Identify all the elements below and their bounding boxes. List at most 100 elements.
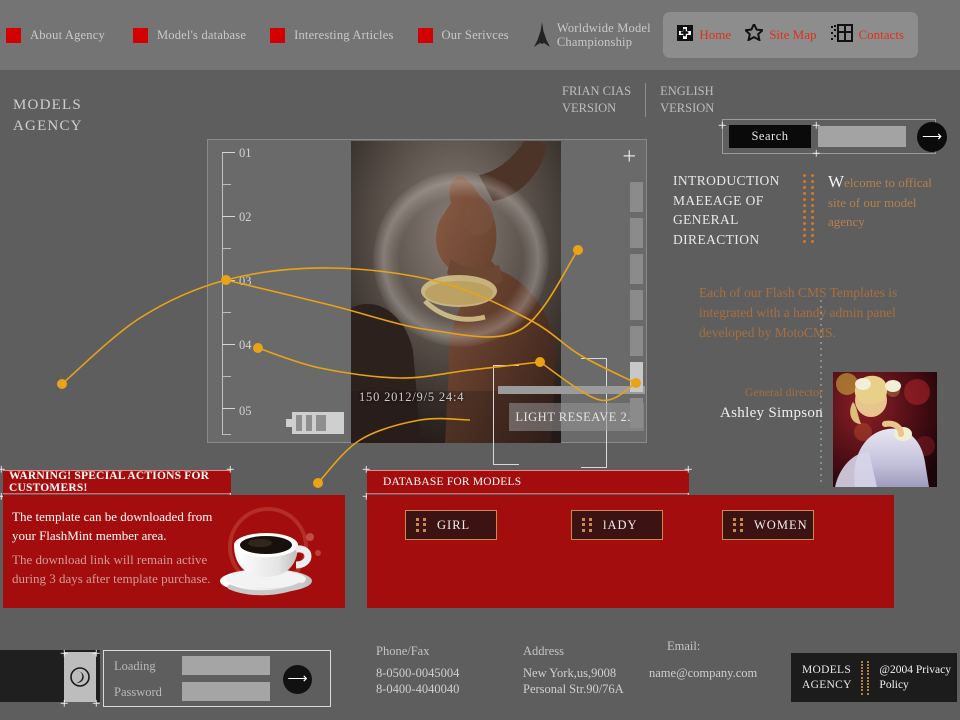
footer-column-address: Address New York,us,9008 Personal Str.90… — [523, 643, 624, 697]
dot — [820, 318, 822, 320]
dot — [803, 216, 806, 219]
curve-marker-dot — [313, 478, 323, 488]
axis-label-01: 01 — [239, 146, 252, 160]
crosshair-mark: + — [362, 462, 371, 478]
grid-dots-icon — [582, 518, 594, 532]
dot — [860, 663, 863, 666]
nav-item-about-agency[interactable]: About Agency — [6, 0, 105, 70]
dot — [860, 670, 863, 673]
axis-label-02: 02 — [239, 210, 252, 224]
dot — [811, 180, 814, 183]
warning-paragraph-1: The template can be downloaded from your… — [12, 509, 213, 543]
welcome-body: elcome to offical site of our model agen… — [828, 175, 932, 229]
dot — [820, 426, 822, 428]
search-bar: Search ⟶ — [722, 119, 947, 154]
crosshair-mark: + — [684, 462, 693, 478]
star-icon — [743, 21, 765, 46]
axis-label-05: 05 — [239, 404, 252, 418]
db-button-girl[interactable]: GIRL — [405, 510, 497, 540]
quicklink-site-map[interactable]: Site Map — [743, 21, 817, 46]
plus-icon[interactable]: + — [622, 145, 636, 169]
dot — [866, 679, 869, 682]
db-button-lady[interactable]: lADY — [571, 510, 663, 540]
dot — [860, 676, 863, 679]
dot — [866, 663, 869, 666]
nav-label: About Agency — [30, 28, 105, 42]
search-button[interactable]: Search — [729, 125, 811, 148]
red-square-icon — [132, 27, 148, 43]
db-button-women[interactable]: WOMEN — [722, 510, 814, 540]
dot — [820, 348, 822, 350]
dot — [811, 174, 814, 177]
dot — [811, 234, 814, 237]
db-button-label: WOMEN — [754, 517, 808, 532]
dot — [820, 438, 822, 440]
axis-line — [222, 152, 223, 434]
welcome-text: Welcome to offical site of our model age… — [828, 172, 953, 232]
top-navigation: About Agency Model's database Interestin… — [0, 0, 960, 70]
search-submit-arrow-right-icon[interactable]: ⟶ — [917, 122, 947, 152]
crosshair-mark: + — [60, 646, 69, 662]
nav-item-interesting-articles[interactable]: Interesting Articles — [270, 0, 393, 70]
language-switcher: FRIAN CIAS VERSION ENGLISH VERSION — [562, 83, 728, 117]
quicklink-label: Home — [699, 27, 732, 42]
footer-lines: 8-0500-0045004 8-0400-4040040 — [376, 666, 460, 696]
login-submit-arrow-right-icon[interactable]: ⟶ — [283, 665, 312, 694]
dot — [820, 378, 822, 380]
footer-heading: Email: — [667, 639, 701, 653]
dot — [820, 342, 822, 344]
dot — [860, 660, 863, 663]
promo-blurb: Each of our Flash CMS Templates is integ… — [699, 285, 898, 340]
director-name: Ashley Simpson — [720, 405, 823, 421]
nav-label: Interesting Articles — [294, 28, 394, 42]
light-reserve-badge: LIGHT RESEAVE 2.1 — [509, 403, 644, 431]
footer-lines: New York,us,9008 Personal Str.90/76A — [523, 666, 624, 696]
dot — [803, 180, 806, 183]
dot — [820, 366, 822, 368]
language-english[interactable]: ENGLISH VERSION — [645, 83, 728, 117]
quicklink-home[interactable]: Home — [677, 24, 732, 46]
dot — [866, 670, 869, 673]
dot — [820, 432, 822, 434]
copyright-block: MODELS AGENCY @2004 Privacy Policy — [791, 653, 957, 702]
nav-item-worldwide-championship[interactable]: Worldwide Model Championship — [531, 0, 651, 70]
dot — [811, 240, 814, 243]
dot — [820, 336, 822, 338]
loading-input[interactable] — [182, 656, 270, 675]
dot — [803, 228, 806, 231]
curve-marker-dot — [57, 379, 67, 389]
password-input[interactable] — [182, 682, 270, 701]
tower-icon — [531, 22, 553, 48]
grid-dots-icon — [416, 518, 428, 532]
dot — [820, 324, 822, 326]
dot — [860, 679, 863, 682]
search-input[interactable] — [818, 126, 906, 147]
warning-paragraph-2: The download link will remain active dur… — [12, 552, 211, 586]
footer-lines[interactable]: name@company.com — [649, 665, 757, 681]
loading-label: Loading — [114, 659, 156, 673]
quicklink-contacts[interactable]: Contacts — [830, 23, 905, 47]
nav-item-models-database[interactable]: Model's database — [132, 0, 246, 70]
db-button-label: GIRL — [437, 517, 471, 532]
nav-item-our-services[interactable]: Our Serivces — [417, 0, 509, 70]
dot — [820, 300, 822, 302]
dot — [820, 462, 822, 464]
welcome-dropcap: W — [828, 172, 845, 191]
quicklink-label: Contacts — [858, 27, 905, 42]
language-francias[interactable]: FRIAN CIAS VERSION — [562, 83, 645, 117]
axis-label-03: 03 — [239, 274, 252, 288]
crosshair-mark: + — [226, 462, 235, 478]
page-title: MODELS AGENCY — [13, 97, 83, 134]
vertical-scrollbar[interactable] — [630, 182, 643, 428]
dot — [860, 666, 863, 669]
dot — [820, 444, 822, 446]
cross-badge-icon — [677, 24, 694, 46]
password-label: Password — [114, 685, 162, 699]
horizontal-scrollbar[interactable] — [498, 386, 645, 394]
dot — [820, 330, 822, 332]
battery-icon — [286, 412, 344, 434]
media-viewer-panel[interactable]: 01 02 03 04 05 + 150 2012/9/5 24:4 LIGHT… — [207, 139, 647, 468]
footer-column-email: Email: name@company.com — [649, 638, 757, 681]
dot — [820, 402, 822, 404]
page-root: About Agency Model's database Interestin… — [0, 0, 960, 720]
